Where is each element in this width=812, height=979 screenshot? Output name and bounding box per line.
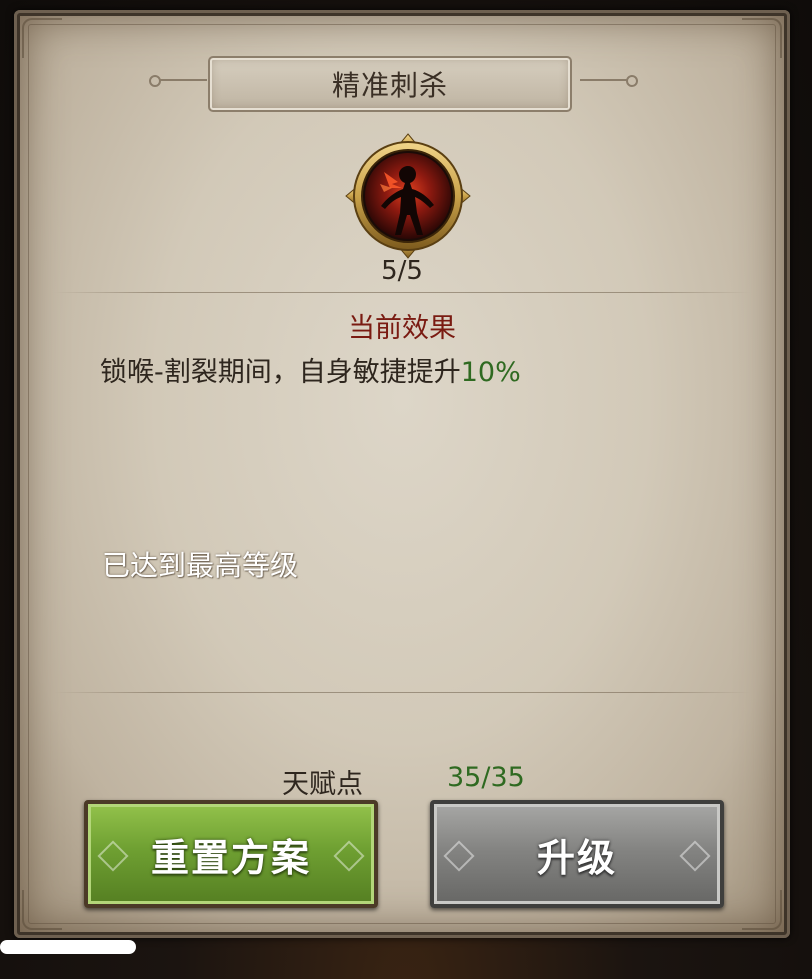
home-indicator[interactable] [0, 940, 136, 954]
corner-ornament [22, 890, 62, 930]
effect-bonus-value: 10% [460, 357, 521, 388]
button-ornament [97, 840, 129, 872]
talent-points-label: 天赋点 [282, 769, 363, 800]
max-level-notice: 已达到最高等级 [102, 549, 299, 582]
divider [54, 292, 750, 293]
effect-description-text: 锁喉-割裂期间，自身敏捷提升 [100, 357, 461, 388]
corner-ornament [742, 890, 782, 930]
title-ornament-right [580, 75, 638, 87]
button-ornament [443, 840, 475, 872]
button-ornament [679, 840, 711, 872]
button-ornament [333, 840, 365, 872]
divider [54, 692, 750, 693]
upgrade-button[interactable]: 升级 [430, 800, 724, 908]
reset-plan-button[interactable]: 重置方案 [84, 800, 378, 908]
corner-ornament [22, 18, 62, 58]
upgrade-label: 升级 [536, 835, 617, 880]
assassin-silhouette-icon [344, 132, 472, 260]
talent-detail-panel: 精准刺杀 5/5 当前效果 锁喉-割裂期间，自身敏捷提升10% 已达到最高等级 … [14, 10, 790, 938]
talent-level: 5/5 [381, 256, 423, 286]
talent-points-value: 35/35 [447, 762, 525, 793]
effect-description: 锁喉-割裂期间，自身敏捷提升10% [100, 350, 521, 389]
reset-plan-label: 重置方案 [150, 835, 311, 880]
corner-ornament [742, 18, 782, 58]
title-ornament-left [149, 75, 207, 87]
talent-title: 精准刺杀 [331, 69, 448, 102]
current-effect-heading: 当前效果 [348, 313, 456, 344]
title-plate: 精准刺杀 [208, 56, 572, 112]
